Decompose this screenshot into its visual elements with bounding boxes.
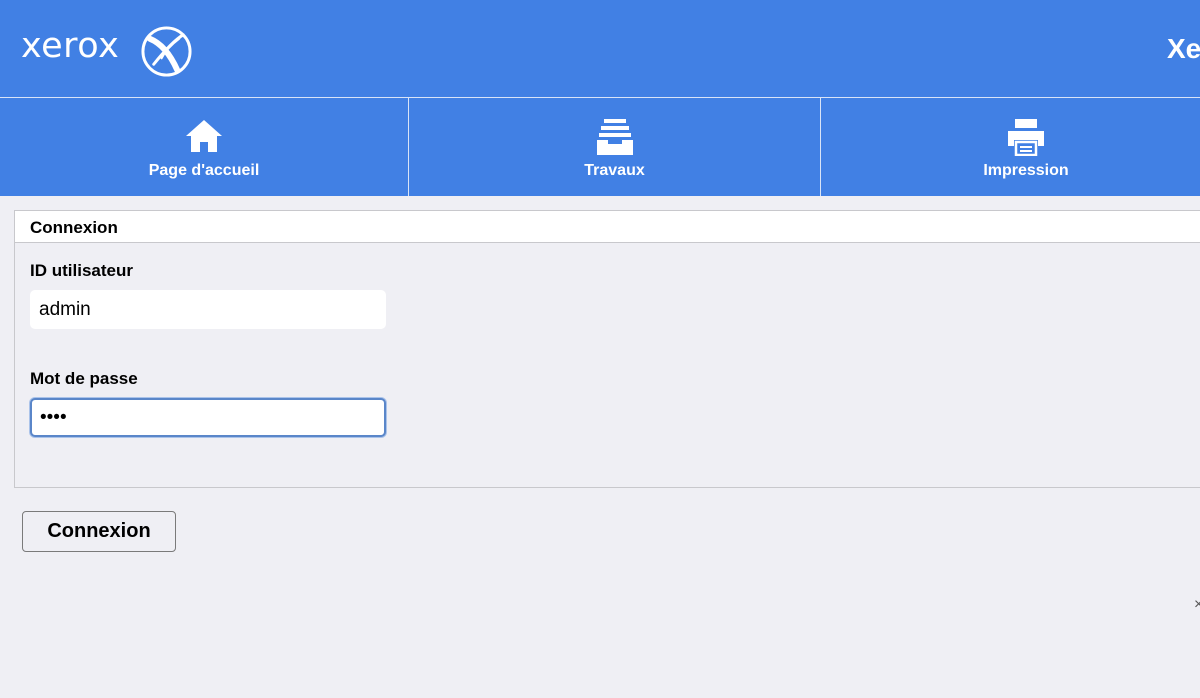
app-header: xerox Xe xyxy=(0,0,1200,97)
jobs-tray-icon xyxy=(596,119,633,155)
user-id-input[interactable] xyxy=(30,290,386,329)
tab-jobs[interactable]: Travaux xyxy=(409,98,820,196)
home-icon xyxy=(186,120,222,152)
close-icon[interactable]: × xyxy=(1194,596,1200,614)
login-section-title: Connexion xyxy=(30,218,118,237)
password-label: Mot de passe xyxy=(30,369,138,388)
user-id-label: ID utilisateur xyxy=(30,261,133,280)
header-title: Xe xyxy=(1167,33,1200,64)
tab-home[interactable]: Page d'accueil xyxy=(0,98,408,196)
printer-icon xyxy=(1008,119,1044,156)
tab-jobs-label: Travaux xyxy=(584,162,645,179)
tab-print[interactable]: Impression xyxy=(821,98,1200,196)
xerox-logo-text: xerox xyxy=(21,26,120,66)
password-input[interactable] xyxy=(30,398,386,437)
tab-home-label: Page d'accueil xyxy=(148,162,260,179)
main-nav: Page d'accueil Travaux Impression xyxy=(0,97,1200,196)
tab-print-label: Impression xyxy=(983,162,1069,179)
login-button[interactable]: Connexion xyxy=(22,511,176,552)
login-panel-header: Connexion xyxy=(15,211,1200,243)
xerox-logo-icon xyxy=(141,26,192,77)
login-panel: Connexion ID utilisateur Mot de passe xyxy=(14,210,1200,488)
